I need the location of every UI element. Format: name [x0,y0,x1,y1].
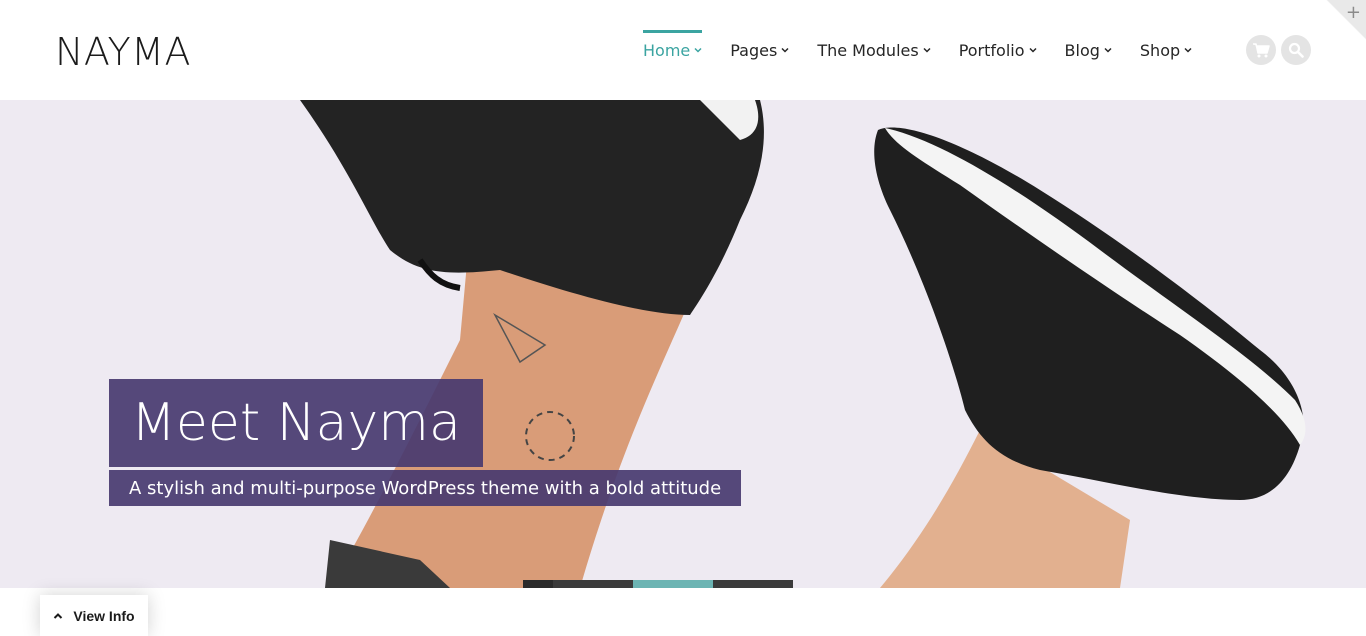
nav-item-blog[interactable]: Blog [1065,30,1112,70]
nav-item-label: Pages [730,40,778,60]
chevron-down-icon [923,47,931,53]
nav-item-label: Blog [1064,40,1100,60]
nav-item-label: Portfolio [958,40,1025,60]
slider-pagination [523,580,793,588]
site-header: NAYMA Home Pages The Modules Portfolio B… [0,0,1366,100]
nav-item-pages[interactable]: Pages [730,30,789,70]
chevron-down-icon [694,47,702,53]
slider-dot[interactable] [713,580,793,588]
chevron-down-icon [1028,47,1037,53]
nav-item-label: Shop [1139,40,1181,60]
nav-item-the-modules[interactable]: The Modules [817,30,931,70]
chevron-down-icon [1104,47,1112,53]
slider-dot[interactable] [553,580,633,588]
nav-item-portfolio[interactable]: Portfolio [959,30,1037,70]
chevron-down-icon [781,47,789,53]
site-logo[interactable]: NAYMA [55,30,191,74]
search-button[interactable] [1281,35,1311,65]
hero-image [300,100,1306,588]
nav-item-home[interactable]: Home [643,30,703,70]
search-icon [1288,42,1304,58]
view-info-button[interactable]: View Info [40,595,148,636]
slider-dot[interactable] [523,580,553,588]
chevron-up-icon [54,612,63,619]
hero-slider: Meet Nayma A stylish and multi-purpose W… [0,100,1366,588]
chevron-down-icon [1184,47,1192,53]
nav-item-label: The Modules [817,40,919,60]
hero-title: Meet Nayma [109,379,483,467]
plus-icon: + [1345,2,1361,23]
hero-subtitle: A stylish and multi-purpose WordPress th… [109,470,742,506]
main-nav: Home Pages The Modules Portfolio Blog Sh… [643,30,1220,70]
corner-toggle[interactable]: + [1326,0,1366,40]
nav-item-shop[interactable]: Shop [1140,30,1192,70]
view-info-label: View Info [73,607,135,624]
cart-icon [1253,43,1270,58]
nav-item-label: Home [643,40,691,60]
cart-button[interactable] [1246,35,1276,65]
slider-dot-active[interactable] [633,580,713,588]
